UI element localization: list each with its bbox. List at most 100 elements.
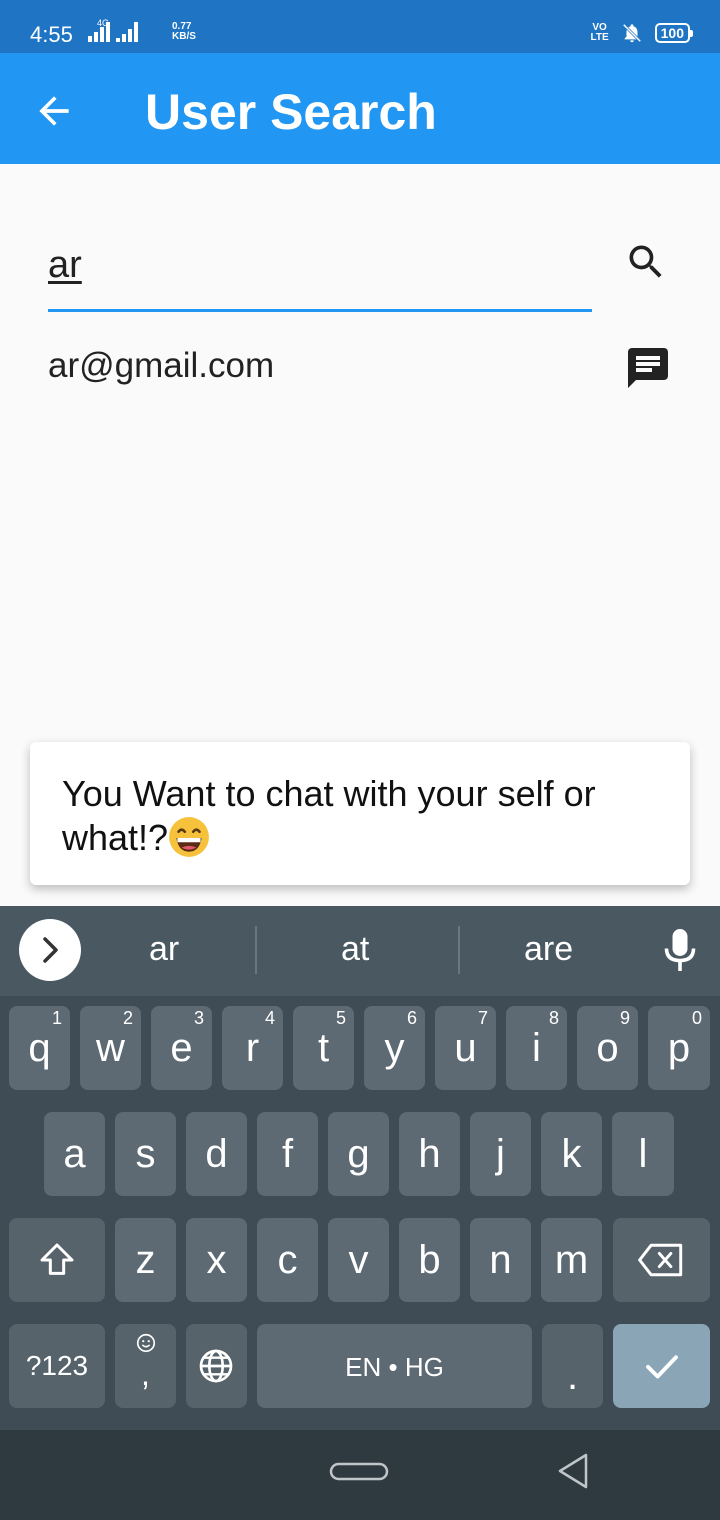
key-c[interactable]: c (257, 1218, 318, 1302)
signal-strength-icon (88, 22, 110, 42)
key-p-label: p (667, 1026, 691, 1070)
volte-icon: VO LTE (590, 23, 608, 43)
key-s[interactable]: s (115, 1112, 176, 1196)
status-time: 4:55 (30, 22, 73, 47)
backspace-icon (638, 1243, 683, 1277)
enter-key[interactable] (613, 1324, 710, 1408)
battery-indicator: 100 (654, 23, 694, 43)
key-b-label: b (418, 1238, 441, 1282)
key-g[interactable]: g (328, 1112, 389, 1196)
back-arrow-icon[interactable] (32, 89, 76, 133)
period-key-label: . (566, 1354, 579, 1398)
key-z[interactable]: z (115, 1218, 176, 1302)
key-m[interactable]: m (541, 1218, 602, 1302)
suggestion-3[interactable]: are (524, 930, 573, 969)
grinning-emoji-icon (169, 817, 210, 857)
key-f[interactable]: f (257, 1112, 318, 1196)
key-n-label: n (489, 1238, 512, 1282)
period-key[interactable]: . (542, 1324, 603, 1408)
shift-key[interactable] (9, 1218, 105, 1302)
system-nav-bar (0, 1430, 720, 1520)
status-bar: 4:55 4G 0.77 KB/S VO LTE 100 (0, 0, 720, 53)
globe-icon (199, 1349, 233, 1383)
network-speed: 0.77 KB/S (172, 22, 196, 42)
key-e-label: e (170, 1026, 193, 1070)
key-t[interactable]: 5t (293, 1006, 354, 1090)
key-s-label: s (135, 1132, 156, 1176)
suggestion-1[interactable]: ar (149, 930, 179, 969)
volte-line2: LTE (590, 32, 609, 43)
search-icon[interactable] (624, 240, 668, 284)
shift-arrow-icon (40, 1243, 74, 1275)
key-r-label: r (245, 1026, 260, 1070)
key-l-label: l (638, 1132, 648, 1176)
space-key-label: EN • HG (345, 1352, 444, 1382)
snackbar: You Want to chat with your self or what!… (30, 742, 690, 885)
chevron-right-icon (43, 937, 58, 963)
key-b[interactable]: b (399, 1218, 460, 1302)
microphone-icon[interactable] (662, 926, 698, 974)
key-p[interactable]: 0p (648, 1006, 710, 1090)
checkmark-icon (646, 1355, 678, 1379)
key-n[interactable]: n (470, 1218, 531, 1302)
key-x-label: x (206, 1238, 227, 1282)
symbols-key[interactable]: ?123 (9, 1324, 105, 1408)
emoji-smile-icon (136, 1333, 156, 1353)
signal-icons (88, 22, 138, 42)
key-i[interactable]: 8i (506, 1006, 567, 1090)
suggestion-2[interactable]: at (341, 930, 369, 969)
key-j[interactable]: j (470, 1112, 531, 1196)
snackbar-message: You Want to chat with your self or what!… (62, 773, 596, 858)
key-z-label: z (135, 1238, 156, 1282)
key-m-label: m (554, 1238, 589, 1282)
key-r[interactable]: 4r (222, 1006, 283, 1090)
suggestion-divider (255, 926, 257, 974)
key-q[interactable]: 1q (9, 1006, 70, 1090)
back-triangle-icon[interactable] (556, 1452, 590, 1490)
key-o[interactable]: 9o (577, 1006, 638, 1090)
key-c-label: c (277, 1238, 298, 1282)
key-u[interactable]: 7u (435, 1006, 496, 1090)
key-w-label: w (96, 1026, 125, 1070)
key-a[interactable]: a (44, 1112, 105, 1196)
user-result-email[interactable]: ar@gmail.com (48, 346, 274, 386)
comma-key[interactable]: , (115, 1324, 176, 1408)
keyboard-menu-button[interactable] (19, 919, 81, 981)
search-input-value[interactable]: ar (48, 244, 82, 287)
key-j-label: j (496, 1132, 505, 1176)
key-e[interactable]: 3e (151, 1006, 212, 1090)
key-v[interactable]: v (328, 1218, 389, 1302)
key-d-label: d (205, 1132, 228, 1176)
backspace-key[interactable] (613, 1218, 710, 1302)
key-v-label: v (348, 1238, 369, 1282)
key-g-label: g (347, 1132, 370, 1176)
suggestion-divider (458, 926, 460, 974)
key-w[interactable]: 2w (80, 1006, 141, 1090)
language-key[interactable] (186, 1324, 247, 1408)
key-a-label: a (63, 1132, 86, 1176)
soft-keyboard: ar at are 1q 2w 3e 4r 5t 6y 7u 8i 9o 0p … (0, 906, 720, 1520)
symbols-key-label: ?123 (25, 1350, 89, 1381)
key-t-label: t (317, 1026, 330, 1070)
key-x[interactable]: x (186, 1218, 247, 1302)
status-right: VO LTE 100 (590, 22, 694, 44)
space-key[interactable]: EN • HG (257, 1324, 532, 1408)
key-y-label: y (384, 1026, 405, 1070)
key-i-label: i (532, 1026, 541, 1070)
key-l[interactable]: l (612, 1112, 674, 1196)
comma-key-label: , (141, 1356, 150, 1392)
key-q-label: q (28, 1026, 51, 1070)
key-y[interactable]: 6y (364, 1006, 425, 1090)
signal-strength-2-icon (116, 22, 138, 42)
key-h[interactable]: h (399, 1112, 460, 1196)
app-bar: User Search (0, 53, 720, 164)
search-input[interactable]: ar (48, 238, 592, 312)
chat-icon[interactable] (624, 344, 672, 392)
key-k[interactable]: k (541, 1112, 602, 1196)
key-d[interactable]: d (186, 1112, 247, 1196)
key-h-label: h (418, 1132, 441, 1176)
suggestion-strip: ar at are (0, 906, 720, 996)
key-f-label: f (281, 1132, 294, 1176)
home-pill-icon[interactable] (329, 1461, 391, 1483)
notifications-off-icon (622, 23, 641, 43)
